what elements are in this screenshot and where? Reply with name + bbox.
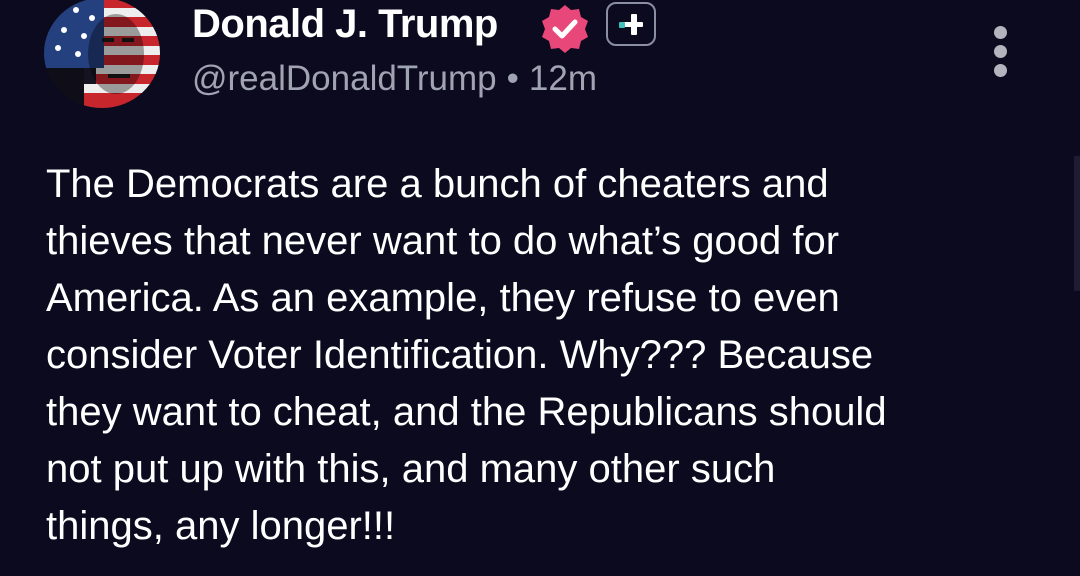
- post-text-line: things, any longer!!!: [46, 504, 396, 548]
- verified-badge-icon: [538, 2, 592, 56]
- post-text-line: they want to cheat, and the Republicans …: [46, 390, 887, 434]
- post-text-line: not put up with this, and many other suc…: [46, 447, 776, 491]
- post-text-line: America. As an example, they refuse to e…: [46, 276, 840, 320]
- author-avatar[interactable]: [44, 0, 160, 108]
- vertical-ellipsis-icon: [994, 26, 1007, 39]
- plus-badge-icon: [606, 2, 656, 46]
- post-meta: @realDonaldTrump • 12m: [192, 58, 597, 100]
- scrollbar[interactable]: [1074, 156, 1080, 291]
- more-options-button[interactable]: [986, 26, 1016, 78]
- author-handle[interactable]: @realDonaldTrump: [192, 59, 497, 98]
- post-text-line: consider Voter Identification. Why??? Be…: [46, 333, 874, 377]
- flag-painted-face-avatar-icon: [44, 0, 160, 108]
- post-timestamp[interactable]: 12m: [529, 59, 597, 98]
- post-text-line: thieves that never want to do what’s goo…: [46, 219, 840, 263]
- post-card: Donald J. Trump @realDonaldTrump • 12m The…: [0, 0, 1080, 576]
- post-body-text: The Democrats are a bunch of cheaters an…: [46, 156, 1036, 555]
- author-display-name[interactable]: Donald J. Trump: [192, 0, 498, 48]
- meta-separator: •: [506, 59, 519, 98]
- post-text-line: The Democrats are a bunch of cheaters an…: [46, 162, 829, 206]
